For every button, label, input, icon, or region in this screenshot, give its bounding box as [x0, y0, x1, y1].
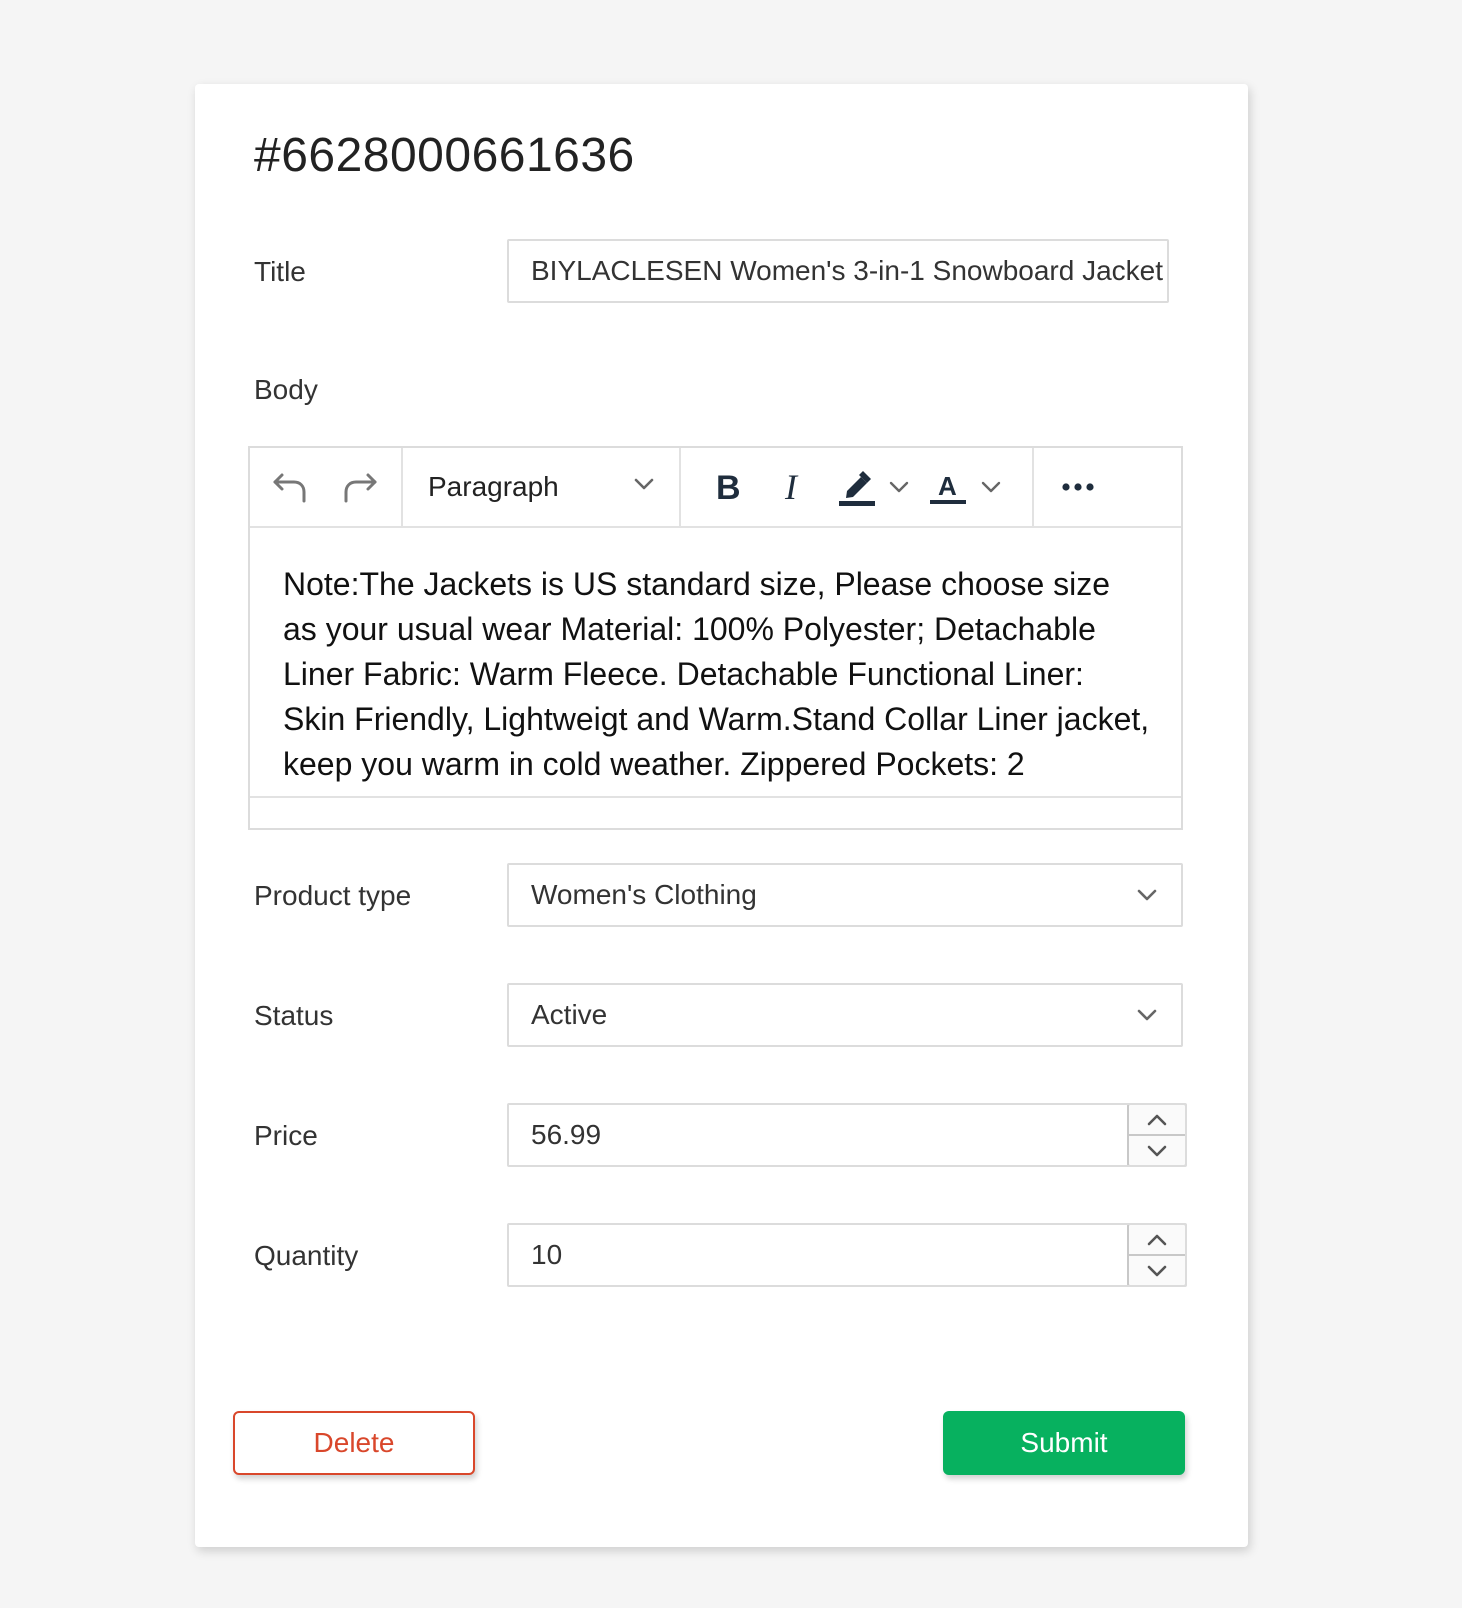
delete-button[interactable]: Delete: [233, 1411, 475, 1475]
font-color-icon[interactable]: A: [929, 467, 967, 507]
product-type-value: Women's Clothing: [531, 879, 757, 910]
block-format-label: Paragraph: [428, 471, 559, 502]
product-type-select[interactable]: Women's Clothing: [507, 863, 1183, 927]
chevron-down-icon: [631, 471, 657, 504]
price-input[interactable]: 56.99: [507, 1103, 1187, 1167]
chevron-down-icon: [1133, 881, 1161, 909]
price-value: 56.99: [531, 1119, 602, 1150]
quantity-increment-icon[interactable]: [1129, 1225, 1185, 1256]
submit-button[interactable]: Submit: [943, 1411, 1185, 1475]
product-id-heading: #6628000661636: [254, 129, 635, 182]
svg-text:I: I: [784, 469, 799, 505]
status-select[interactable]: Active: [507, 983, 1183, 1047]
more-icon[interactable]: [1060, 481, 1096, 493]
title-input[interactable]: BIYLACLESEN Women's 3-in-1 Snowboard Jac…: [507, 239, 1169, 303]
price-stepper: [1127, 1105, 1185, 1165]
title-input-value: BIYLACLESEN Women's 3-in-1 Snowboard Jac…: [531, 255, 1164, 286]
quantity-label: Quantity: [254, 1240, 359, 1271]
undo-icon[interactable]: [270, 467, 310, 507]
price-increment-icon[interactable]: [1129, 1105, 1185, 1136]
bold-icon[interactable]: B: [709, 469, 749, 505]
status-label: Status: [254, 1000, 334, 1031]
rich-text-editor: Paragraph B I A Note:The Jackets is US s…: [248, 446, 1183, 830]
format-group: B I A: [681, 448, 1034, 526]
italic-icon[interactable]: I: [775, 469, 815, 505]
editor-content-area[interactable]: Note:The Jackets is US standard size, Pl…: [250, 528, 1181, 796]
product-edit-card: #6628000661636 Title BIYLACLESEN Women's…: [195, 84, 1248, 1547]
status-value: Active: [531, 999, 608, 1030]
price-label: Price: [254, 1120, 318, 1151]
quantity-stepper: [1127, 1225, 1185, 1285]
redo-icon[interactable]: [340, 467, 380, 507]
quantity-input[interactable]: 10: [507, 1223, 1187, 1287]
quantity-value: 10: [531, 1239, 563, 1270]
title-label: Title: [254, 256, 306, 287]
svg-text:A: A: [938, 471, 957, 501]
more-group: [1034, 448, 1096, 526]
highlight-dropdown-chevron-icon[interactable]: [887, 475, 911, 499]
product-type-label: Product type: [254, 880, 412, 911]
highlight-icon[interactable]: [837, 467, 877, 507]
block-format-dropdown[interactable]: Paragraph: [403, 448, 681, 526]
editor-toolbar: Paragraph B I A: [250, 448, 1181, 528]
font-color-dropdown-chevron-icon[interactable]: [979, 475, 1003, 499]
editor-status-bar: [250, 796, 1181, 832]
price-decrement-icon[interactable]: [1129, 1136, 1185, 1165]
chevron-down-icon: [1133, 1001, 1161, 1029]
svg-text:B: B: [716, 469, 741, 505]
quantity-decrement-icon[interactable]: [1129, 1256, 1185, 1285]
history-group: [250, 448, 403, 526]
body-label: Body: [254, 374, 318, 405]
